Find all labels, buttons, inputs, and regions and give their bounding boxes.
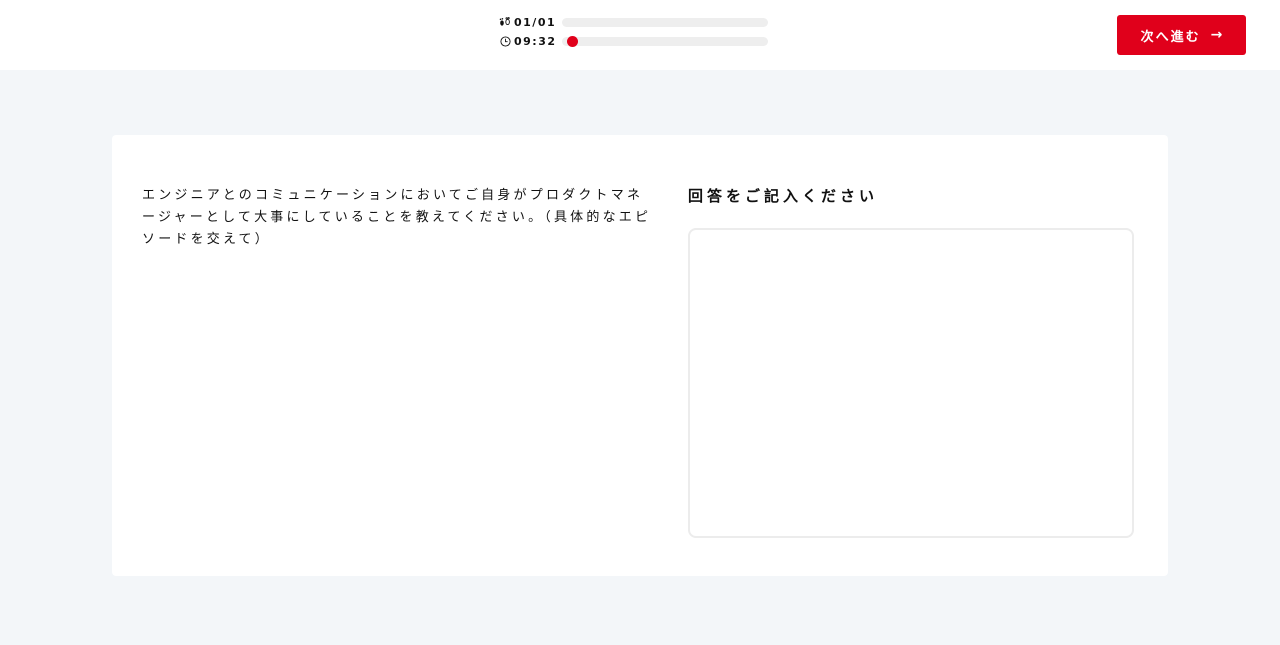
progress-indicator: 01/01 09:32 (498, 14, 773, 54)
arrow-right-icon: → (1210, 27, 1223, 43)
question-counter: 01/01 (514, 15, 557, 29)
next-button-label: 次へ進む (1140, 29, 1201, 45)
next-button[interactable]: 次へ進む → (1117, 15, 1246, 55)
answer-input[interactable] (688, 228, 1134, 538)
answer-heading: 回答をご記入ください (688, 187, 879, 205)
timer: 09:32 (514, 34, 557, 48)
time-progress-marker (567, 36, 578, 47)
top-bar: 01/01 09:32 次へ進む → (0, 0, 1280, 70)
time-progress-row: 09:32 (498, 33, 768, 49)
footsteps-icon (498, 15, 512, 29)
question-text: エンジニアとのコミュニケーションにおいてご自身がプロダクトマネージャーとして大事… (142, 188, 652, 247)
question-progress-row: 01/01 (498, 14, 768, 30)
time-progress-track (562, 36, 768, 47)
clock-icon (498, 34, 512, 48)
question-card: エンジニアとのコミュニケーションにおいてご自身がプロダクトマネージャーとして大事… (112, 135, 1168, 576)
question-progress-track (562, 18, 768, 27)
